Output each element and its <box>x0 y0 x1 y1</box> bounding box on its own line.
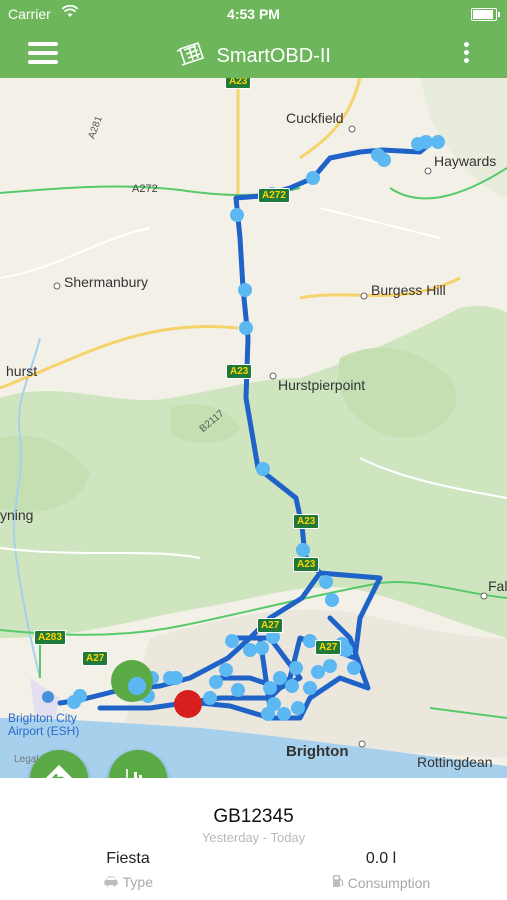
map-label-airport-line2: Airport (ESH) <box>8 724 80 738</box>
vehicle-id: GB12345 <box>213 806 294 827</box>
road-label-a272: A272 <box>132 183 158 195</box>
map-label-rottingdean: Rottingdean <box>417 754 493 770</box>
app-header: SmartOBD-II <box>0 28 507 78</box>
vehicle-type-label: Type <box>122 874 153 890</box>
consumption-label-group: Consumption <box>301 874 461 891</box>
vehicle-type-value: Fiesta <box>106 850 150 867</box>
map-label-yning: yning <box>0 507 34 523</box>
car-icon <box>103 874 123 890</box>
road-shield-a272: A272 <box>258 188 290 203</box>
more-options-button[interactable] <box>463 40 471 66</box>
bar-chart-icon <box>126 769 142 778</box>
consumption-label: Consumption <box>347 875 431 891</box>
road-shield-a23-low1: A23 <box>293 514 320 529</box>
map-label-haywards: Haywards <box>434 153 497 169</box>
map-canvas <box>0 78 507 778</box>
app-title: SmartOBD-II <box>216 45 331 67</box>
obd-logo-icon <box>176 41 206 72</box>
map-label-hurst: hurst <box>6 363 38 379</box>
battery-icon <box>471 8 500 21</box>
directions-icon <box>44 764 74 778</box>
status-bar: Carrier 4:53 PM <box>0 0 507 28</box>
vehicle-type-label-group: Type <box>48 874 208 890</box>
road-shield-a27-a: A27 <box>257 618 284 633</box>
road-shield-a27-c: A27 <box>82 651 109 666</box>
map-label-hurstpierpoint: Hurstpierpoint <box>278 377 366 393</box>
map-label-fal: Fal <box>488 578 507 594</box>
map-label-burgess-hill: Burgess Hill <box>371 282 446 298</box>
road-shield-a27-b: A27 <box>315 640 342 655</box>
road-shield-a23-low2: A23 <box>293 557 320 572</box>
map-label-airport-line1: Brighton City <box>8 711 77 725</box>
road-shield-a23-mid: A23 <box>226 364 253 379</box>
road-shield-a283: A283 <box>34 630 66 645</box>
clock: 4:53 PM <box>227 6 280 22</box>
fuel-pump-icon <box>332 875 348 891</box>
consumption-value: 0.0 l <box>365 850 397 867</box>
map-view[interactable]: Cuckfield Haywards Shermanbury Burgess H… <box>0 78 507 778</box>
trip-details-panel: GB12345 Yesterday - Today Fiesta Type 0.… <box>0 778 507 900</box>
app-title-group: SmartOBD-II <box>0 41 507 72</box>
map-label-brighton: Brighton <box>286 743 349 760</box>
map-label-shermanbury: Shermanbury <box>64 274 149 290</box>
date-range: Yesterday - Today <box>201 830 306 845</box>
road-shield-a23-top: A23 <box>225 78 252 89</box>
map-label-cuckfield: Cuckfield <box>286 110 344 126</box>
